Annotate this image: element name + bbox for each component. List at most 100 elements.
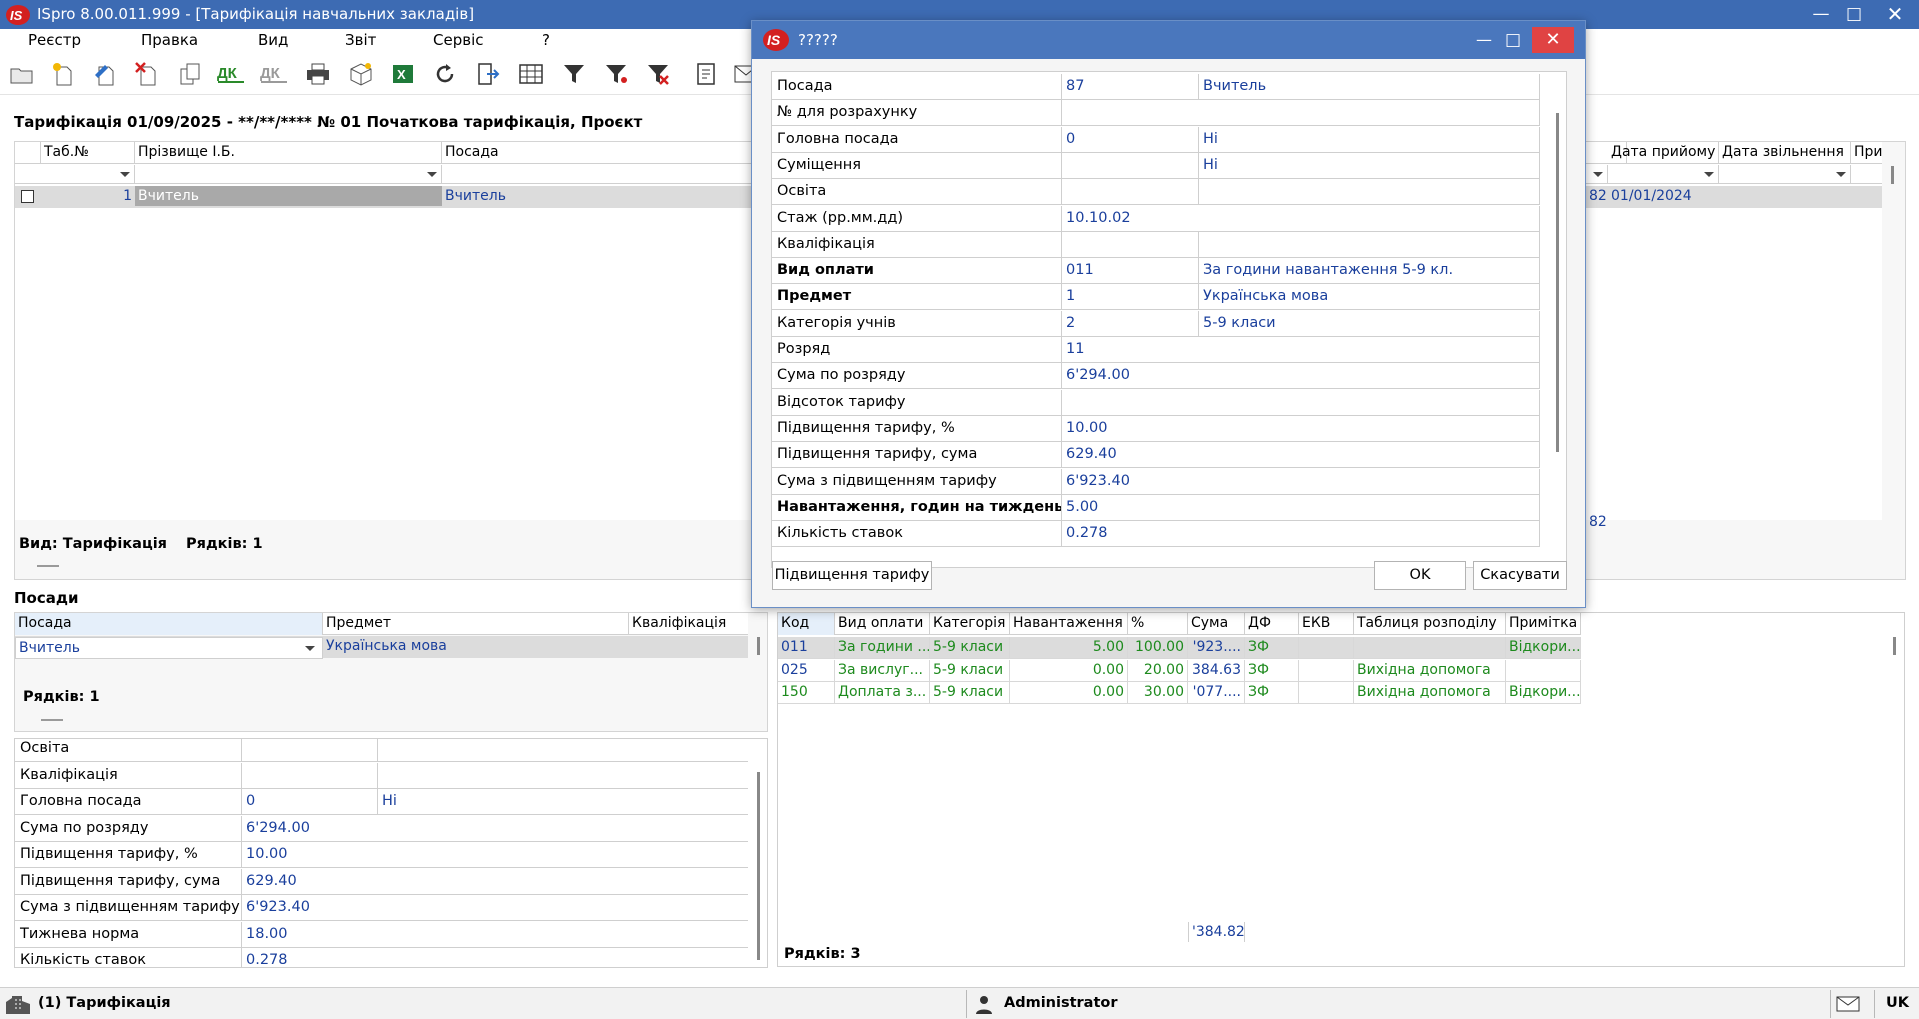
dialog-field-value[interactable]: Вчитель bbox=[1198, 74, 1540, 99]
dialog-field-code[interactable] bbox=[1061, 179, 1198, 205]
details-row[interactable]: Сума з підвищенням тарифу 6'923.40 bbox=[15, 895, 748, 921]
print-icon[interactable] bbox=[302, 58, 334, 90]
dialog-field-row[interactable]: Головна посада 0 Ні bbox=[772, 126, 1540, 153]
payments-column-header[interactable]: Навантаження bbox=[1010, 613, 1128, 635]
dialog-field-row[interactable]: Стаж (рр.мм.дд) 10.10.02 bbox=[772, 205, 1540, 232]
details-value[interactable]: 0.278 bbox=[241, 948, 748, 967]
filter-icon[interactable] bbox=[558, 58, 590, 90]
payments-column-header[interactable]: Таблиця розподілу bbox=[1354, 613, 1506, 635]
details-value[interactable]: 6'294.00 bbox=[241, 815, 748, 841]
dialog-field-code[interactable]: 87 bbox=[1061, 74, 1198, 99]
details-value-text[interactable] bbox=[377, 739, 748, 761]
positions-row-position-select[interactable]: Вчитель bbox=[15, 637, 323, 659]
details-value[interactable]: 0 bbox=[241, 789, 377, 814]
filter-add-icon[interactable] bbox=[600, 58, 632, 90]
dialog-field-row[interactable]: Категорія учнів 2 5-9 класи bbox=[772, 310, 1540, 337]
menu-service[interactable]: Сервіс bbox=[433, 31, 483, 49]
row-checkbox[interactable] bbox=[21, 190, 34, 203]
filter-name[interactable] bbox=[135, 165, 442, 183]
dialog-field-row[interactable]: Кількість ставок 0.278 bbox=[772, 521, 1540, 548]
filter-hire-date[interactable] bbox=[1608, 165, 1719, 183]
dialog-field-value[interactable] bbox=[1198, 179, 1540, 205]
details-value[interactable]: 629.40 bbox=[241, 868, 748, 894]
dialog-field-value[interactable]: Ні bbox=[1198, 126, 1540, 152]
dialog-field-code[interactable]: 11 bbox=[1061, 337, 1540, 362]
open-folder-icon[interactable] bbox=[6, 58, 38, 90]
dialog-field-row[interactable]: Навантаження, годин на тиждень 5.00 bbox=[772, 494, 1540, 521]
details-value-text[interactable] bbox=[377, 762, 748, 788]
column-header-tab-no[interactable]: Таб.№ bbox=[41, 142, 135, 164]
splitter-grip[interactable] bbox=[37, 565, 59, 567]
copy-icon[interactable] bbox=[174, 58, 206, 90]
edit-document-icon[interactable] bbox=[89, 58, 121, 90]
details-scrollbar[interactable] bbox=[757, 772, 760, 960]
dialog-field-code[interactable] bbox=[1061, 231, 1198, 257]
column-header-subject[interactable]: Предмет bbox=[323, 613, 629, 635]
dialog-field-code[interactable]: 629.40 bbox=[1061, 442, 1540, 468]
maximize-icon[interactable]: □ bbox=[1838, 2, 1870, 27]
menu-help[interactable]: ? bbox=[542, 31, 550, 49]
details-row[interactable]: Тижнева норма 18.00 bbox=[15, 921, 748, 948]
raise-tariff-button[interactable]: Підвищення тарифу bbox=[772, 561, 932, 590]
filter-dismissal-date[interactable] bbox=[1719, 165, 1851, 183]
details-row[interactable]: Головна посада 0 Ні bbox=[15, 789, 748, 815]
dialog-scrollbar[interactable] bbox=[1556, 113, 1559, 452]
main-grid-scrollbar[interactable] bbox=[1891, 166, 1894, 184]
dialog-field-code[interactable]: 2 bbox=[1061, 310, 1198, 336]
positions-row[interactable]: Вчитель Українська мова bbox=[15, 636, 748, 659]
details-row[interactable]: Кваліфікація bbox=[15, 762, 748, 789]
menu-report[interactable]: Звіт bbox=[345, 31, 376, 49]
column-header-position[interactable]: Посада bbox=[442, 142, 766, 164]
dialog-field-value[interactable]: Українська мова bbox=[1198, 284, 1540, 310]
dialog-field-value[interactable] bbox=[1198, 231, 1540, 257]
dialog-field-row[interactable]: № для розрахунку bbox=[772, 100, 1540, 127]
dialog-field-code[interactable] bbox=[1061, 389, 1540, 415]
dialog-field-row[interactable]: Посада 87 Вчитель bbox=[772, 74, 1540, 100]
details-value[interactable]: 18.00 bbox=[241, 921, 748, 947]
dialog-field-value[interactable]: Ні bbox=[1198, 152, 1540, 178]
details-value[interactable] bbox=[241, 762, 377, 788]
dialog-field-row[interactable]: Сума з підвищенням тарифу 6'923.40 bbox=[772, 468, 1540, 495]
payments-column-header[interactable]: ЕКВ bbox=[1299, 613, 1354, 635]
details-row[interactable]: Підвищення тарифу, сума 629.40 bbox=[15, 868, 748, 895]
dialog-field-code[interactable]: 6'923.40 bbox=[1061, 468, 1540, 494]
menu-view[interactable]: Вид bbox=[258, 31, 288, 49]
dialog-field-row[interactable]: Суміщення Ні bbox=[772, 152, 1540, 179]
payments-column-header[interactable]: ДФ bbox=[1245, 613, 1299, 635]
details-row[interactable]: Сума по розряду 6'294.00 bbox=[15, 815, 748, 842]
dialog-minimize-icon[interactable]: — bbox=[1470, 27, 1498, 53]
dialog-field-row[interactable]: Відсоток тарифу bbox=[772, 389, 1540, 416]
dialog-field-code[interactable]: 011 bbox=[1061, 258, 1198, 284]
dialog-field-value[interactable]: За години навантаження 5-9 кл. bbox=[1198, 258, 1540, 284]
ok-button[interactable]: OK bbox=[1374, 561, 1466, 590]
column-header-name[interactable]: Прізвище І.Б. bbox=[135, 142, 442, 164]
dialog-field-code[interactable]: 10.00 bbox=[1061, 415, 1540, 441]
dk-icon[interactable]: ДК bbox=[215, 58, 247, 90]
new-document-icon[interactable] bbox=[47, 58, 79, 90]
dialog-field-code[interactable] bbox=[1061, 152, 1198, 178]
details-row[interactable]: Підвищення тарифу, % 10.00 bbox=[15, 842, 748, 868]
dialog-field-code[interactable]: 0 bbox=[1061, 126, 1198, 152]
details-value[interactable]: 10.00 bbox=[241, 842, 748, 867]
dialog-maximize-icon[interactable]: □ bbox=[1499, 27, 1527, 53]
dialog-field-code[interactable]: 0.278 bbox=[1061, 521, 1540, 547]
filter-hidden[interactable] bbox=[1593, 165, 1608, 183]
table-view-icon[interactable] bbox=[515, 58, 547, 90]
menu-edit[interactable]: Правка bbox=[141, 31, 198, 49]
dialog-field-row[interactable]: Кваліфікація bbox=[772, 231, 1540, 258]
dialog-field-row[interactable]: Підвищення тарифу, сума 629.40 bbox=[772, 442, 1540, 469]
payments-column-header[interactable]: Вид оплати bbox=[835, 613, 930, 635]
dialog-field-code[interactable]: 5.00 bbox=[1061, 494, 1540, 520]
dialog-field-row[interactable]: Вид оплати 011 За години навантаження 5-9 … bbox=[772, 258, 1540, 285]
mail-icon[interactable] bbox=[1836, 996, 1860, 1012]
status-tab[interactable]: (1) Тарифікація bbox=[38, 995, 171, 1011]
table-row[interactable]: 011 За години ... 5-9 класи 5.00 100.00'923.… bbox=[778, 637, 1581, 659]
card-icon[interactable] bbox=[690, 58, 722, 90]
positions-scrollbar[interactable] bbox=[757, 637, 760, 655]
details-row[interactable]: Освіта bbox=[15, 739, 748, 762]
column-header-hire-date[interactable]: Дата прийому bbox=[1608, 142, 1719, 164]
language-indicator[interactable]: UK bbox=[1886, 995, 1909, 1011]
minimize-icon[interactable]: — bbox=[1805, 2, 1837, 27]
menu-registry[interactable]: Реєстр bbox=[28, 31, 81, 49]
cancel-button[interactable]: Скасувати bbox=[1473, 561, 1567, 590]
